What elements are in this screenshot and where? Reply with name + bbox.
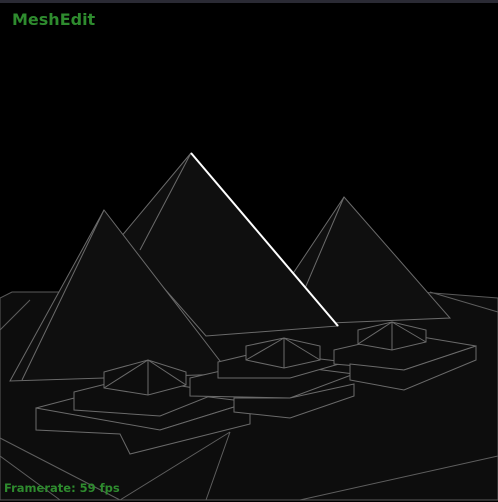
meshedit-window: MeshEdit Framerate: 59 fps <box>0 0 498 502</box>
mesh-viewport[interactable] <box>0 0 498 502</box>
framerate-readout: Framerate: 59 fps <box>4 481 120 495</box>
app-title: MeshEdit <box>12 10 96 29</box>
